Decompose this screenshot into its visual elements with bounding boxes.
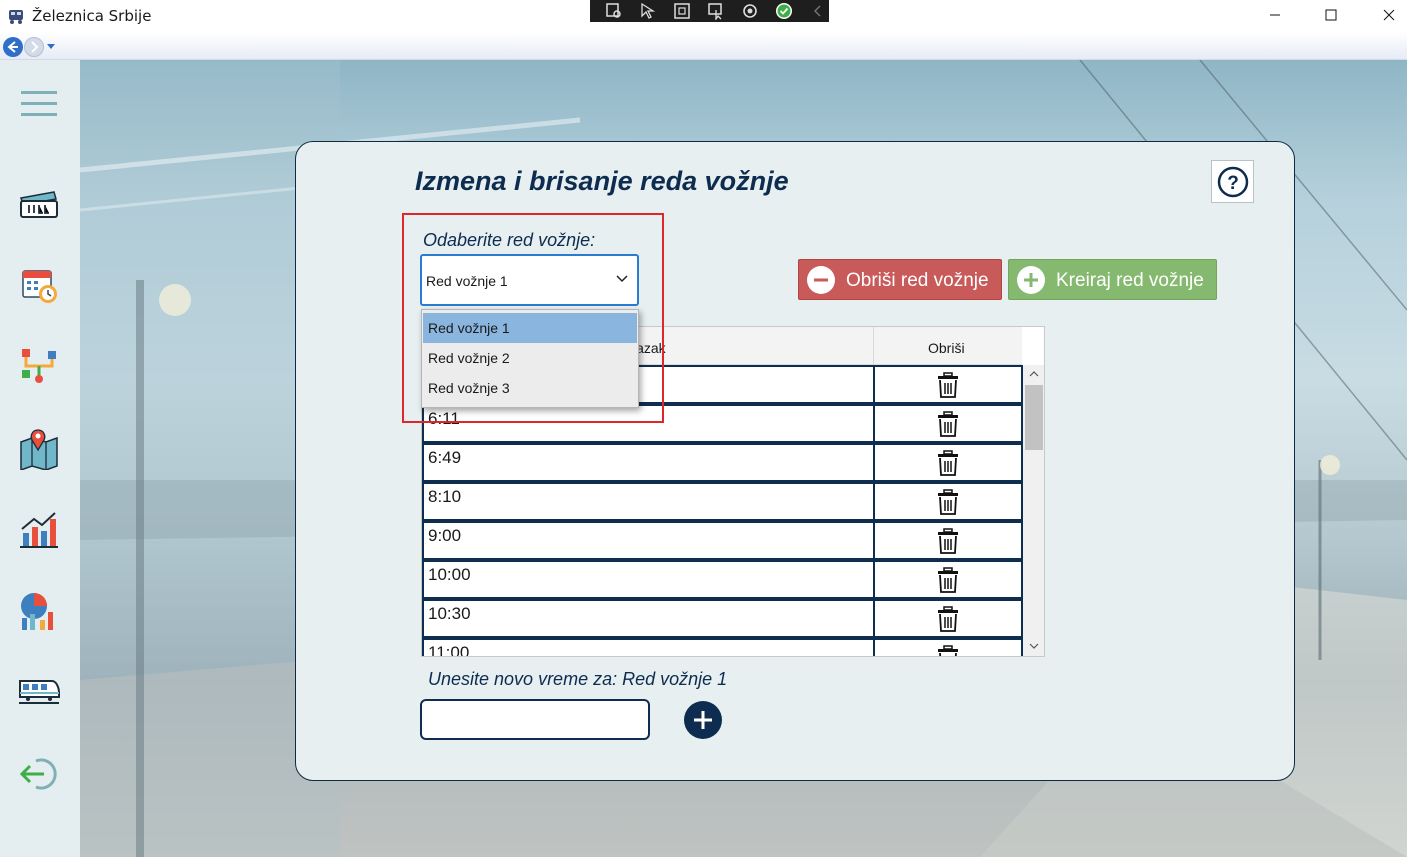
maximize-icon (1325, 9, 1337, 21)
collapse-icon[interactable] (808, 2, 828, 20)
bar-chart-icon[interactable] (17, 506, 61, 550)
delete-row-button[interactable] (873, 482, 1023, 521)
plus-circle-icon (1017, 266, 1045, 294)
report-chart-icon[interactable] (17, 589, 61, 633)
help-icon: ? (1217, 166, 1248, 197)
check-circle-icon[interactable] (774, 2, 794, 20)
close-icon (1383, 9, 1395, 21)
delete-row-button[interactable] (873, 638, 1023, 656)
time-cell[interactable]: 8:10 (422, 482, 874, 521)
history-dropdown-icon[interactable] (47, 44, 55, 50)
create-schedule-button[interactable]: Kreiraj red vožnje (1008, 259, 1217, 300)
close-button[interactable] (1360, 0, 1407, 30)
delete-row-button[interactable] (873, 560, 1023, 599)
trash-icon (938, 644, 958, 656)
new-time-input[interactable] (420, 699, 650, 740)
train-icon[interactable] (17, 669, 61, 713)
table-row: 10:00 (422, 560, 1023, 599)
create-schedule-label: Kreiraj red vožnje (1056, 270, 1204, 291)
delete-row-button[interactable] (873, 521, 1023, 560)
page-title: Izmena i brisanje reda vožnje (415, 166, 789, 196)
trash-icon (938, 527, 958, 554)
trash-icon (938, 371, 958, 398)
table-row: 9:00 (422, 521, 1023, 560)
delete-row-button[interactable] (873, 404, 1023, 443)
table-row: 8:10 (422, 482, 1023, 521)
time-cell[interactable]: 6:49 (422, 443, 874, 482)
select-element-icon[interactable] (604, 2, 624, 20)
debug-toolbar (590, 0, 829, 22)
logout-icon[interactable] (17, 752, 61, 796)
map-pin-icon[interactable] (17, 427, 61, 471)
time-cell[interactable]: 10:30 (422, 599, 874, 638)
plus-icon (694, 711, 712, 729)
delete-row-button[interactable] (873, 599, 1023, 638)
trash-icon (938, 605, 958, 632)
new-time-label: Unesite novo vreme za: Red vožnje 1 (428, 669, 728, 689)
sidebar (0, 60, 80, 857)
forward-icon[interactable] (24, 37, 44, 57)
pointer-icon[interactable] (638, 2, 658, 20)
display-layout-icon[interactable] (672, 2, 692, 20)
trash-icon (938, 410, 958, 437)
table-row: 6:49 (422, 443, 1023, 482)
hot-reload-icon[interactable] (740, 2, 760, 20)
svg-text:?: ? (1227, 173, 1239, 194)
trash-icon (938, 488, 958, 515)
time-cell[interactable]: 11:00 (422, 638, 874, 656)
minimize-button[interactable] (1246, 0, 1304, 30)
scroll-down-icon[interactable] (1029, 643, 1039, 649)
route-icon[interactable] (17, 344, 61, 388)
time-cell[interactable]: 10:00 (422, 560, 874, 599)
track-focus-icon[interactable] (706, 2, 726, 20)
calendar-clock-icon[interactable] (17, 263, 61, 307)
trash-icon (938, 566, 958, 593)
trash-icon (938, 449, 958, 476)
menu-icon[interactable] (17, 82, 61, 126)
train-app-icon (9, 10, 23, 24)
scroll-thumb[interactable] (1025, 385, 1043, 450)
scroll-up-icon[interactable] (1029, 371, 1039, 377)
window-title: Železnica Srbije (32, 7, 152, 25)
ticket-icon[interactable] (17, 183, 61, 227)
column-header-delete[interactable]: Obriši (928, 327, 965, 365)
table-row: 10:30 (422, 599, 1023, 638)
title-bar: Železnica Srbije (0, 0, 1407, 32)
navigation-bar (0, 32, 1407, 60)
delete-row-button[interactable] (873, 365, 1023, 404)
table-scrollbar[interactable] (1023, 365, 1044, 656)
minimize-icon (1270, 14, 1280, 16)
delete-schedule-label: Obriši red vožnje (846, 270, 989, 291)
maximize-button[interactable] (1302, 0, 1360, 30)
delete-row-button[interactable] (873, 443, 1023, 482)
back-icon[interactable] (3, 37, 23, 57)
highlight-box (402, 213, 664, 423)
time-cell[interactable]: 9:00 (422, 521, 874, 560)
delete-schedule-button[interactable]: Obriši red vožnje (798, 259, 1002, 300)
minus-circle-icon (807, 266, 835, 294)
help-button[interactable]: ? (1211, 160, 1254, 203)
table-row: 11:00 (422, 638, 1023, 656)
add-time-button[interactable] (684, 701, 722, 739)
